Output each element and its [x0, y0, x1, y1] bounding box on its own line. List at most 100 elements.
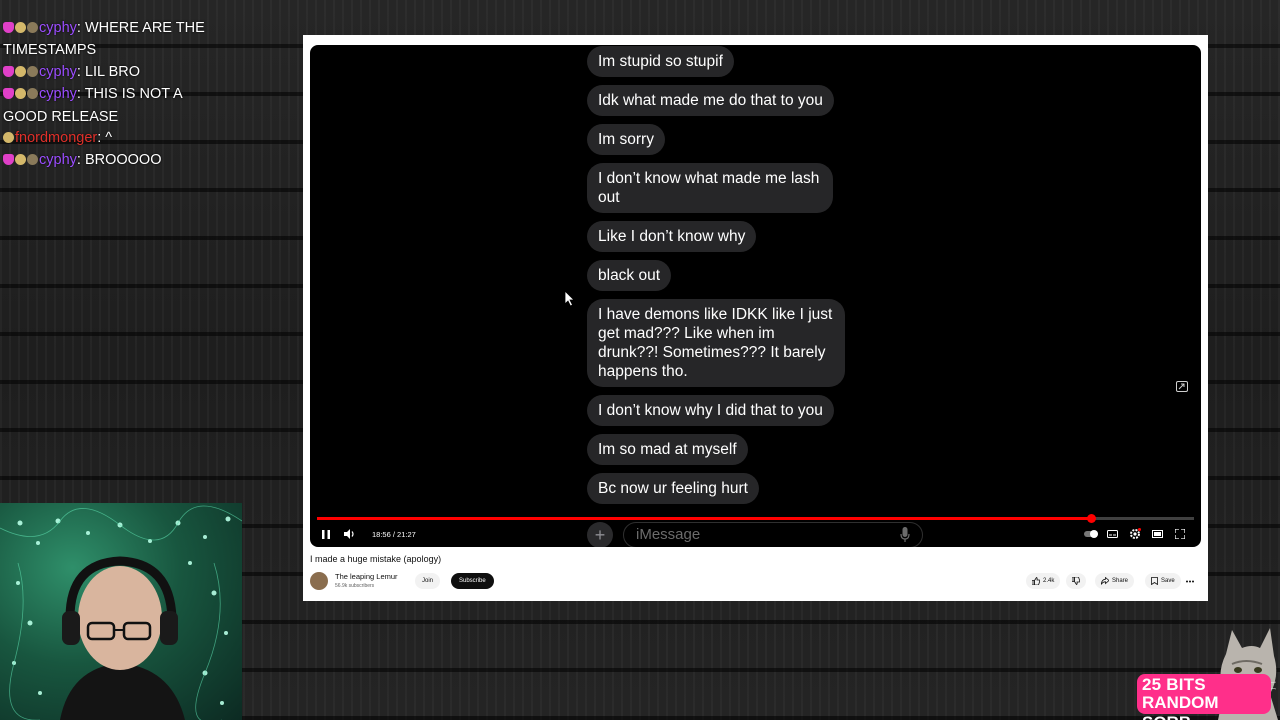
- webcam-feed: [0, 503, 242, 720]
- nut-badge-icon: [27, 88, 38, 100]
- chat-message: BROOOOO: [84, 152, 162, 169]
- nut-badge-icon: [27, 154, 38, 166]
- subtitles-icon: [1106, 530, 1118, 538]
- chat-line: fnordmonger: ^: [3, 128, 229, 150]
- thumbs-down-icon: [1072, 577, 1080, 585]
- volume-button[interactable]: [343, 526, 357, 542]
- subscribe-button[interactable]: Subscribe: [451, 573, 494, 589]
- message-bubble: I don’t know what made me lash out: [587, 163, 833, 213]
- message-row: Like I don’t know why: [587, 221, 887, 260]
- progress-bar[interactable]: [317, 514, 1194, 523]
- info-card-icon[interactable]: [1176, 381, 1188, 392]
- time-display: 18:56 / 21:27: [372, 530, 416, 539]
- bits-sender: RANDOM SORB: [1142, 693, 1219, 720]
- channel-avatar[interactable]: [310, 572, 328, 590]
- message-row: I have demons like IDKK like I just get …: [587, 299, 887, 395]
- message-bubble: Im stupid so stupif: [587, 46, 734, 77]
- volume-icon: [344, 529, 354, 539]
- heart-badge-icon: [3, 65, 14, 77]
- chat-badges: [3, 151, 39, 172]
- message-bubble: Im sorry: [587, 124, 665, 155]
- bits-alert: 25 BITS RANDOM SORB: [1137, 674, 1271, 720]
- chat-username[interactable]: cyphy: [39, 20, 77, 36]
- pause-icon: [322, 529, 330, 539]
- chat-username[interactable]: fnordmonger: [15, 130, 97, 146]
- chat-badges: [3, 129, 15, 150]
- heart-badge-icon: [3, 22, 14, 33]
- nut-badge-icon: [27, 22, 38, 33]
- message-row: I don’t know why I did that to you: [587, 395, 887, 434]
- message-row: Im stupid so stupif: [587, 46, 887, 85]
- subscriber-count: 56.9k subscribers: [335, 583, 375, 589]
- message-bubble: I don’t know why I did that to you: [587, 395, 834, 426]
- settings-button[interactable]: [1128, 526, 1142, 542]
- chat-line: cyphy: LIL BRO: [3, 62, 229, 84]
- fullscreen-button[interactable]: [1174, 526, 1186, 542]
- chat-username[interactable]: cyphy: [39, 86, 77, 102]
- join-button[interactable]: Join: [415, 573, 441, 589]
- pause-button[interactable]: [320, 526, 332, 542]
- youtube-window: Im stupid so stupif Idk what made me do t…: [303, 35, 1208, 601]
- gear-icon: [1130, 528, 1141, 539]
- share-icon: [1101, 577, 1109, 585]
- chat-line: cyphy: BROOOOO: [3, 150, 229, 172]
- coin-badge-icon: [15, 88, 26, 100]
- chat-badges: [3, 85, 39, 106]
- like-button[interactable]: 2.4k: [1026, 573, 1061, 589]
- chat-overlay: cyphy: WHERE ARE THE TIMESTAMPS cyphy: LI…: [3, 18, 229, 173]
- save-button[interactable]: Save: [1145, 573, 1181, 589]
- bits-amount: 25 BITS: [1142, 675, 1206, 694]
- chat-message: LIL BRO: [84, 63, 141, 80]
- chat-badges: [3, 19, 39, 40]
- bookmark-icon: [1151, 577, 1158, 585]
- message-bubble: Bc now ur feeling hurt: [587, 473, 759, 504]
- message-row: I don’t know what made me lash out: [587, 163, 887, 221]
- video-title: I made a huge mistake (apology): [310, 554, 442, 564]
- message-row: Im sorry: [587, 124, 887, 163]
- heart-badge-icon: [3, 88, 14, 100]
- chat-message: ^: [105, 130, 113, 147]
- coin-badge-icon: [15, 154, 26, 166]
- message-bubble: Idk what made me do that to you: [587, 85, 834, 116]
- chat-line: cyphy: WHERE ARE THE TIMESTAMPS: [3, 19, 205, 59]
- progress-fill: [317, 517, 1091, 520]
- more-dots-icon: [1186, 580, 1194, 582]
- share-button[interactable]: Share: [1095, 573, 1135, 589]
- autoplay-icon: [1084, 530, 1098, 538]
- subtitles-button[interactable]: [1106, 526, 1118, 542]
- chat-username[interactable]: cyphy: [39, 152, 77, 168]
- nut-badge-icon: [27, 65, 38, 77]
- autoplay-toggle[interactable]: [1084, 526, 1098, 542]
- save-label: Save: [1161, 578, 1175, 584]
- more-actions-button[interactable]: [1182, 573, 1198, 589]
- theater-mode-button[interactable]: [1151, 526, 1163, 542]
- message-row: black out: [587, 260, 887, 299]
- message-row: Im so mad at myself: [587, 434, 887, 473]
- message-bubble: black out: [587, 260, 672, 291]
- progress-scrubber[interactable]: [1086, 514, 1096, 523]
- video-player[interactable]: Im stupid so stupif Idk what made me do t…: [310, 45, 1201, 547]
- chat-badges: [3, 63, 39, 84]
- channel-name[interactable]: The leaping Lemur: [335, 572, 398, 581]
- fullscreen-icon: [1175, 529, 1185, 539]
- chat-line: cyphy: THIS IS NOT A GOOD RELEASE: [3, 85, 182, 125]
- message-bubble: Like I don’t know why: [587, 221, 757, 252]
- coin-badge-icon: [3, 132, 14, 144]
- channel-row: The leaping Lemur 56.9k subscribers Join…: [310, 571, 1201, 591]
- message-row: Idk what made me do that to you: [587, 85, 887, 124]
- theater-icon: [1151, 530, 1163, 538]
- heart-badge-icon: [3, 154, 14, 166]
- streamer-image: [60, 556, 185, 720]
- message-row: Bc now ur feeling hurt: [587, 473, 887, 512]
- like-count: 2.4k: [1043, 578, 1055, 584]
- message-thread: Im stupid so stupif Idk what made me do t…: [587, 46, 887, 512]
- message-bubble: I have demons like IDKK like I just get …: [587, 299, 845, 387]
- player-controls: 18:56 / 21:27: [310, 523, 1201, 545]
- thumbs-up-icon: [1032, 577, 1040, 585]
- coin-badge-icon: [15, 65, 26, 77]
- chat-username[interactable]: cyphy: [39, 64, 77, 80]
- message-bubble: Im so mad at myself: [587, 434, 748, 465]
- coin-badge-icon: [15, 22, 26, 33]
- dislike-button[interactable]: [1066, 573, 1086, 589]
- mouse-cursor-icon: [565, 291, 575, 307]
